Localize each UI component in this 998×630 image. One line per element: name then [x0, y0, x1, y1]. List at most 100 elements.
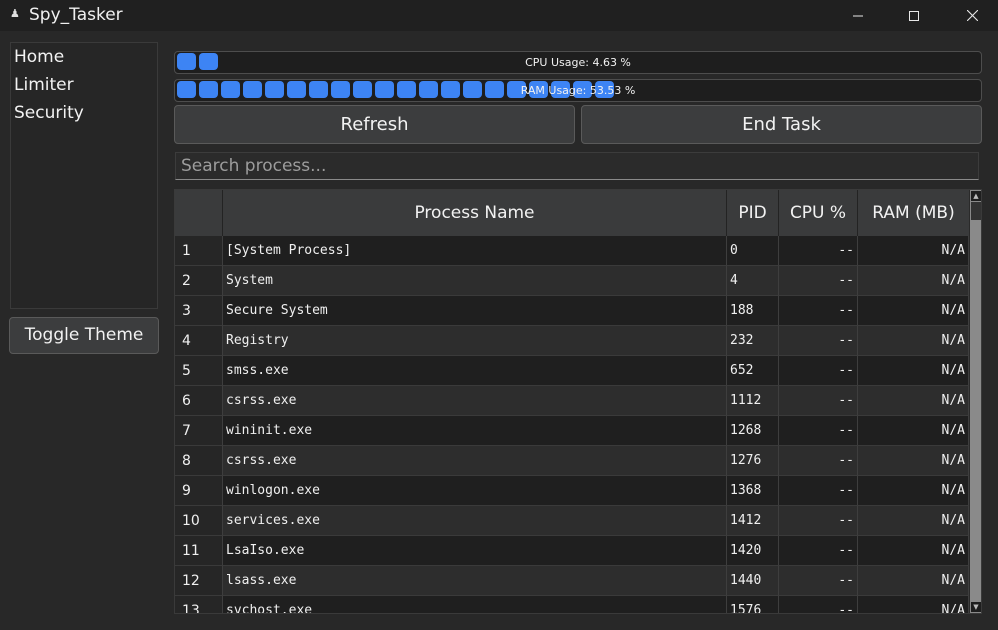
- column-header-pid[interactable]: PID: [727, 190, 779, 236]
- cpu-cell: --: [779, 446, 858, 476]
- row-number: 7: [175, 416, 223, 446]
- process-name-cell: wininit.exe: [223, 416, 727, 446]
- ram-cell: N/A: [858, 476, 969, 506]
- table-header: Process Name PID CPU % RAM (MB): [175, 190, 969, 236]
- maximize-icon: [909, 10, 919, 21]
- scrollbar-thumb[interactable]: [971, 202, 981, 220]
- cpu-cell: --: [779, 296, 858, 326]
- cpu-cell: --: [779, 476, 858, 506]
- scroll-up-icon[interactable]: ▲: [971, 191, 981, 201]
- table-row[interactable]: 12 lsass.exe 1440 -- N/A: [175, 566, 969, 596]
- process-name-cell: smss.exe: [223, 356, 727, 386]
- process-name-cell: Registry: [223, 326, 727, 356]
- row-number: 11: [175, 536, 223, 566]
- ram-cell: N/A: [858, 386, 969, 416]
- column-header-ram[interactable]: RAM (MB): [858, 190, 969, 236]
- cpu-cell: --: [779, 596, 858, 613]
- pid-cell: 232: [727, 326, 779, 356]
- table-row[interactable]: 7 wininit.exe 1268 -- N/A: [175, 416, 969, 446]
- process-name-cell: csrss.exe: [223, 446, 727, 476]
- ram-cell: N/A: [858, 536, 969, 566]
- table-row[interactable]: 6 csrss.exe 1112 -- N/A: [175, 386, 969, 416]
- row-number: 1: [175, 236, 223, 266]
- table-body: 1 [System Process] 0 -- N/A 2 System 4 -- N/A 3 Sec…: [175, 236, 969, 613]
- process-table: Process Name PID CPU % RAM (MB) 1 [System…: [174, 189, 982, 614]
- ram-cell: N/A: [858, 416, 969, 446]
- toggle-theme-button[interactable]: Toggle Theme: [9, 317, 159, 354]
- row-number: 6: [175, 386, 223, 416]
- process-name-cell: winlogon.exe: [223, 476, 727, 506]
- row-number: 12: [175, 566, 223, 596]
- ram-cell: N/A: [858, 266, 969, 296]
- table-row[interactable]: 11 LsaIso.exe 1420 -- N/A: [175, 536, 969, 566]
- ram-cell: N/A: [858, 326, 969, 356]
- row-number: 13: [175, 596, 223, 613]
- row-number: 9: [175, 476, 223, 506]
- pid-cell: 0: [727, 236, 779, 266]
- table-row[interactable]: 3 Secure System 188 -- N/A: [175, 296, 969, 326]
- process-name-cell: csrss.exe: [223, 386, 727, 416]
- process-name-cell: lsass.exe: [223, 566, 727, 596]
- minimize-button[interactable]: [835, 0, 881, 31]
- process-name-cell: Secure System: [223, 296, 727, 326]
- table-row[interactable]: 10 services.exe 1412 -- N/A: [175, 506, 969, 536]
- refresh-button[interactable]: Refresh: [174, 105, 575, 144]
- table-row[interactable]: 8 csrss.exe 1276 -- N/A: [175, 446, 969, 476]
- ram-cell: N/A: [858, 506, 969, 536]
- table-row[interactable]: 9 winlogon.exe 1368 -- N/A: [175, 476, 969, 506]
- pid-cell: 652: [727, 356, 779, 386]
- process-name-cell: [System Process]: [223, 236, 727, 266]
- pid-cell: 1368: [727, 476, 779, 506]
- ram-cell: N/A: [858, 566, 969, 596]
- cpu-cell: --: [779, 356, 858, 386]
- process-name-cell: System: [223, 266, 727, 296]
- close-icon: [966, 10, 978, 21]
- table-row[interactable]: 4 Registry 232 -- N/A: [175, 326, 969, 356]
- table-row[interactable]: 5 smss.exe 652 -- N/A: [175, 356, 969, 386]
- ram-usage-bar: RAM Usage: 53.53 %: [174, 79, 982, 102]
- title-bar: ♟ Spy_Tasker: [0, 0, 998, 31]
- row-number: 4: [175, 326, 223, 356]
- spy-icon: ♟: [10, 7, 20, 20]
- cpu-cell: --: [779, 266, 858, 296]
- ram-cell: N/A: [858, 236, 969, 266]
- table-scrollbar[interactable]: ▲ ▼: [969, 190, 981, 613]
- table-row[interactable]: 2 System 4 -- N/A: [175, 266, 969, 296]
- ram-cell: N/A: [858, 296, 969, 326]
- process-name-cell: svchost.exe: [223, 596, 727, 613]
- maximize-button[interactable]: [891, 0, 937, 31]
- row-number: 10: [175, 506, 223, 536]
- ram-cell: N/A: [858, 596, 969, 613]
- cpu-cell: --: [779, 236, 858, 266]
- row-number: 2: [175, 266, 223, 296]
- column-header-cpu[interactable]: CPU %: [779, 190, 858, 236]
- close-button[interactable]: [949, 0, 995, 31]
- pid-cell: 4: [727, 266, 779, 296]
- pid-cell: 1112: [727, 386, 779, 416]
- end-task-button[interactable]: End Task: [581, 105, 982, 144]
- pid-cell: 188: [727, 296, 779, 326]
- ram-cell: N/A: [858, 356, 969, 386]
- cpu-usage-bar: CPU Usage: 4.63 %: [174, 51, 982, 74]
- search-input[interactable]: [175, 152, 979, 180]
- sidebar-item-home[interactable]: Home: [11, 43, 157, 71]
- sidebar-item-security[interactable]: Security: [11, 99, 157, 127]
- sidebar-nav: Home Limiter Security: [10, 42, 158, 309]
- cpu-usage-label: CPU Usage: 4.63 %: [525, 56, 631, 69]
- sidebar-item-limiter[interactable]: Limiter: [11, 71, 157, 99]
- cpu-cell: --: [779, 536, 858, 566]
- table-row[interactable]: 13 svchost.exe 1576 -- N/A: [175, 596, 969, 613]
- cpu-cell: --: [779, 326, 858, 356]
- ram-cell: N/A: [858, 446, 969, 476]
- table-row[interactable]: 1 [System Process] 0 -- N/A: [175, 236, 969, 266]
- cpu-cell: --: [779, 416, 858, 446]
- row-number: 3: [175, 296, 223, 326]
- pid-cell: 1268: [727, 416, 779, 446]
- pid-cell: 1420: [727, 536, 779, 566]
- pid-cell: 1276: [727, 446, 779, 476]
- column-header-process-name[interactable]: Process Name: [223, 190, 727, 236]
- row-number: 5: [175, 356, 223, 386]
- scroll-down-icon[interactable]: ▼: [971, 602, 981, 612]
- pid-cell: 1576: [727, 596, 779, 613]
- cpu-cell: --: [779, 386, 858, 416]
